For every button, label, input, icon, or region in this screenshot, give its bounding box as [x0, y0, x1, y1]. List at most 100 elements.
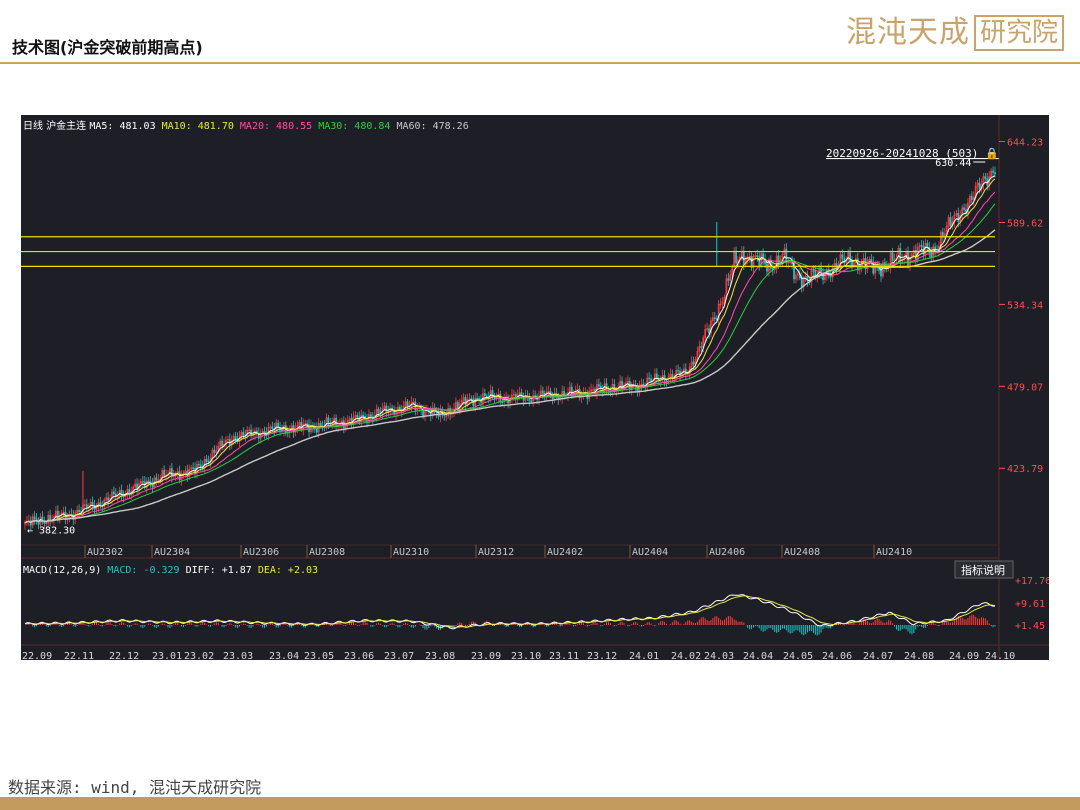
date-label: 24.05 [783, 651, 813, 660]
contract-label: AU2308 [309, 547, 345, 558]
candle-body [234, 436, 237, 439]
candle-body [758, 256, 761, 266]
date-label: 23.02 [184, 651, 214, 660]
logo-main-text: 混沌天成 [846, 15, 970, 50]
candle-body [485, 395, 488, 398]
candle-body [963, 207, 965, 210]
candle-body [43, 521, 46, 524]
candle-body [978, 182, 981, 190]
price-tick-label: 479.07 [1007, 382, 1043, 393]
candle-body [650, 378, 652, 381]
date-label: 23.05 [304, 651, 334, 660]
contract-label: AU2408 [784, 547, 820, 558]
macd-legend-value: DEA: +2.03 [258, 565, 318, 576]
ma-legend-item: MA5: 481.03 [89, 121, 161, 132]
date-label: 23.03 [223, 651, 253, 660]
candle-body [677, 370, 679, 372]
ma60-line [24, 229, 996, 524]
data-source-note: 数据来源: wind, 混沌天成研究院 [8, 778, 262, 797]
candle-body [456, 402, 459, 409]
candle-body [356, 415, 359, 418]
candle-body [242, 432, 245, 436]
candle-body [406, 401, 409, 407]
price-tick-label: 534.34 [1007, 300, 1043, 311]
candle-body [530, 400, 533, 402]
candle-body [891, 252, 894, 261]
date-label: 24.01 [629, 651, 659, 660]
candle-body [192, 467, 194, 469]
macd-dea-line [24, 595, 996, 628]
candle-body [120, 490, 123, 497]
candle-body [851, 261, 853, 266]
indicator-help-button[interactable]: 指标说明 [954, 560, 1014, 579]
candle-body [655, 373, 658, 379]
candle-body [713, 317, 716, 319]
page-title: 技术图(沪金突破前期高点) [12, 38, 203, 57]
candle-body [221, 440, 223, 447]
ma-legend-item: MA20: 480.55 [240, 121, 318, 132]
candle-body [198, 464, 200, 466]
macd-tick-label: +17.76 [1015, 576, 1049, 587]
indicator-help-button-label: 指标说明 [961, 563, 1005, 577]
macd-legend: MACD(12,26,9) MACD: -0.329 DIFF: +1.87 D… [23, 565, 318, 576]
price-tick-label: 589.62 [1007, 218, 1043, 229]
date-label: 24.10 [985, 651, 1015, 660]
candle-body [369, 414, 372, 417]
date-label: 23.12 [587, 651, 617, 660]
chart-frame [21, 115, 1049, 660]
date-label: 23.09 [471, 651, 501, 660]
candle-body [327, 417, 330, 424]
candle-body [464, 397, 467, 406]
candle-body [155, 477, 158, 481]
date-label: 24.02 [671, 651, 701, 660]
candle-body [992, 170, 994, 173]
candle-body [648, 377, 651, 380]
candle-body [700, 346, 703, 348]
logo-boxed-text: 研究院 [974, 15, 1065, 51]
brand-logo: 混沌天成 研究院 [846, 14, 1065, 52]
candle-body [213, 449, 216, 453]
macd-panel: +17.76 +9.61 +1.45 MACD(12,26,9) MACD: -0.3… [23, 560, 1051, 636]
date-label: 24.08 [904, 651, 934, 660]
contract-label: AU2306 [243, 547, 279, 558]
candle-body [484, 393, 486, 397]
contract-label: AU2410 [876, 547, 912, 558]
candle-body [541, 390, 544, 394]
date-label: 22.11 [64, 651, 94, 660]
chart-panel: 644.23 589.62 534.34 479.07 423.79 630.44 ← 38… [21, 115, 1051, 662]
price-tick-label: 423.79 [1007, 464, 1043, 475]
candle-body [563, 391, 565, 396]
candle-body [841, 254, 844, 259]
candle-body [756, 255, 759, 257]
candle-body [33, 516, 36, 520]
candle-body [926, 243, 929, 248]
contract-label: AU2404 [632, 547, 668, 558]
instrument-name: 沪金主连 [46, 119, 89, 132]
candle-body [319, 422, 322, 426]
contract-label: AU2406 [709, 547, 745, 558]
candle-body [443, 414, 446, 417]
candle-body [205, 458, 208, 462]
candle-body [534, 395, 536, 397]
ma-legend-item: MA10: 481.70 [162, 121, 240, 132]
date-label: 22.12 [109, 651, 139, 660]
contract-label: AU2402 [547, 547, 583, 558]
macd-legend-label: MACD(12,26,9) [23, 565, 107, 576]
candle-body [642, 383, 645, 386]
date-label: 23.04 [269, 651, 299, 660]
candle-body [271, 426, 274, 430]
candle-body [91, 501, 94, 506]
contract-label: AU2304 [154, 547, 190, 558]
candle-body [113, 491, 115, 495]
macd-tick-label: +9.61 [1015, 599, 1045, 610]
candle-body [984, 176, 987, 180]
candle-body [899, 248, 902, 262]
date-label: 24.06 [822, 651, 852, 660]
contract-label: AU2310 [393, 547, 429, 558]
candlestick-chart: 644.23589.62534.34479.07423.79630.44← 38… [21, 115, 1051, 662]
date-label: 23.10 [511, 651, 541, 660]
candle-body [147, 480, 150, 483]
candle-body [957, 213, 960, 222]
price-tick-label: 644.23 [1007, 138, 1043, 149]
candle-body [735, 252, 737, 264]
